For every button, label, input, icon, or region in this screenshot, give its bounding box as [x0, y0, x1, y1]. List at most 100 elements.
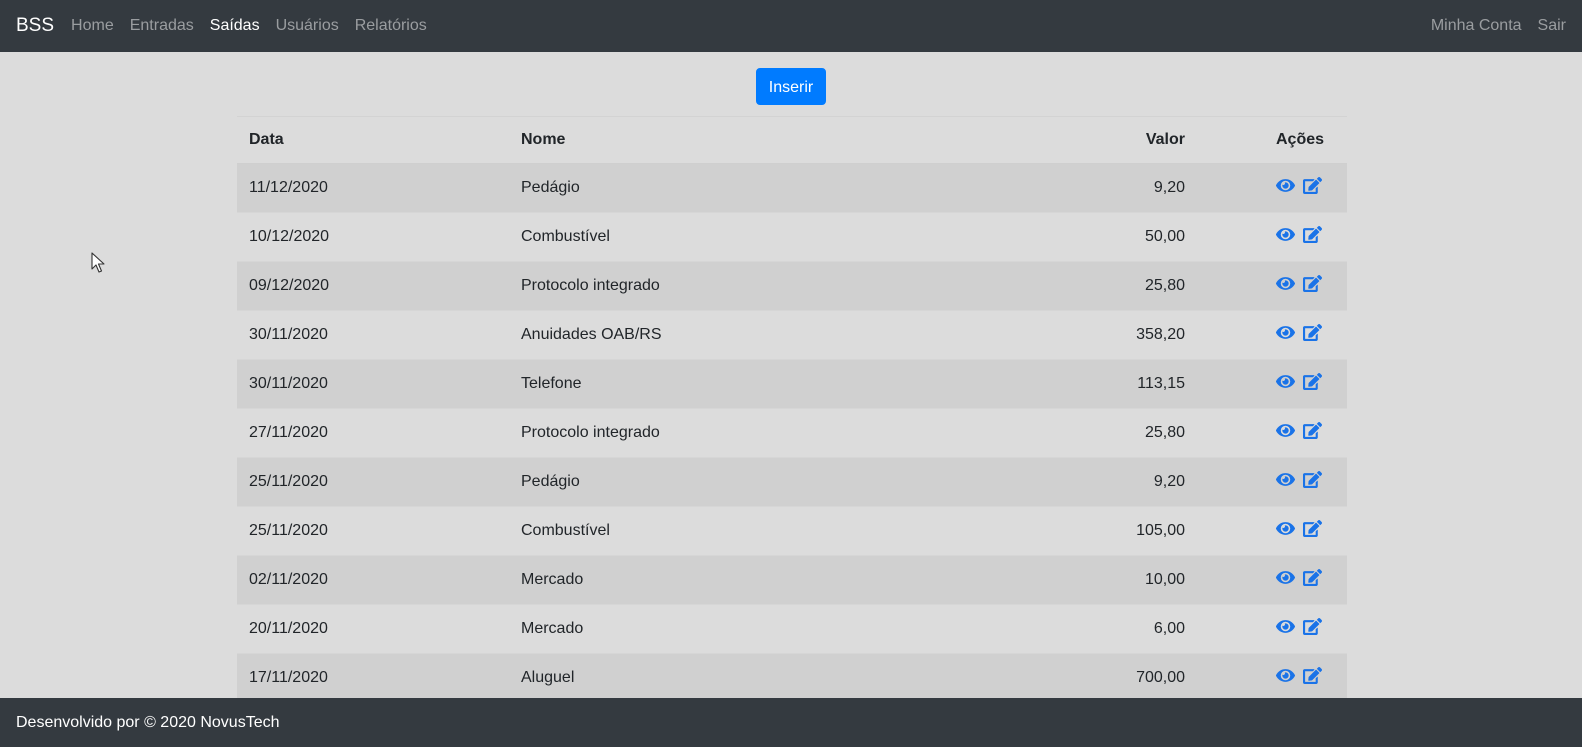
nav-link-sair[interactable]: Sair	[1538, 17, 1566, 35]
cell-valor: 9,20	[1109, 457, 1197, 507]
edit-icon[interactable]	[1303, 666, 1322, 685]
cell-valor: 50,00	[1109, 212, 1197, 262]
row-actions	[1276, 666, 1322, 685]
cell-acoes	[1197, 359, 1347, 409]
edit-icon[interactable]	[1303, 372, 1322, 391]
cell-valor: 700,00	[1109, 653, 1197, 698]
cell-nome: Protocolo integrado	[509, 408, 1109, 458]
saidas-table: Data Nome Valor Ações 11/12/2020 Pedágio 9…	[237, 116, 1347, 698]
nav-right: Minha Conta Sair	[1415, 17, 1566, 35]
cell-valor: 9,20	[1109, 163, 1197, 213]
cell-nome: Protocolo integrado	[509, 261, 1109, 311]
cell-valor: 25,80	[1109, 408, 1197, 458]
row-actions	[1276, 421, 1322, 440]
cell-data: 02/11/2020	[237, 555, 509, 605]
nav-link-entradas[interactable]: Entradas	[130, 17, 194, 35]
edit-icon[interactable]	[1303, 225, 1322, 244]
brand-logo[interactable]: BSS	[16, 15, 54, 37]
cell-data: 17/11/2020	[237, 653, 509, 698]
mouse-cursor-icon	[91, 252, 105, 274]
edit-icon[interactable]	[1303, 470, 1322, 489]
edit-icon[interactable]	[1303, 519, 1322, 538]
row-actions	[1276, 323, 1322, 342]
nav-link-saidas[interactable]: Saídas	[210, 17, 260, 35]
cell-acoes	[1197, 457, 1347, 507]
eye-icon[interactable]	[1276, 666, 1295, 685]
cell-data: 30/11/2020	[237, 310, 509, 360]
row-actions	[1276, 470, 1322, 489]
edit-icon[interactable]	[1303, 617, 1322, 636]
edit-icon[interactable]	[1303, 421, 1322, 440]
table-row: 27/11/2020 Protocolo integrado 25,80	[237, 408, 1347, 458]
cell-acoes	[1197, 163, 1347, 213]
row-actions	[1276, 176, 1322, 195]
insert-container: Inserir	[0, 68, 1582, 105]
nav-link-minha-conta[interactable]: Minha Conta	[1431, 17, 1522, 35]
eye-icon[interactable]	[1276, 372, 1295, 391]
cell-nome: Combustível	[509, 212, 1109, 262]
row-actions	[1276, 372, 1322, 391]
footer: Desenvolvido por © 2020 NovusTech	[0, 698, 1582, 747]
cell-valor: 6,00	[1109, 604, 1197, 654]
table-container: Data Nome Valor Ações 11/12/2020 Pedágio 9…	[237, 116, 1347, 698]
eye-icon[interactable]	[1276, 568, 1295, 587]
eye-icon[interactable]	[1276, 421, 1295, 440]
cell-valor: 358,20	[1109, 310, 1197, 360]
cell-acoes	[1197, 555, 1347, 605]
footer-text: Desenvolvido por © 2020 NovusTech	[16, 713, 280, 731]
edit-icon[interactable]	[1303, 323, 1322, 342]
cell-data: 09/12/2020	[237, 261, 509, 311]
header-valor: Valor	[1109, 116, 1197, 164]
cell-nome: Combustível	[509, 506, 1109, 556]
cell-acoes	[1197, 506, 1347, 556]
cell-nome: Telefone	[509, 359, 1109, 409]
cell-data: 25/11/2020	[237, 506, 509, 556]
row-actions	[1276, 519, 1322, 538]
edit-icon[interactable]	[1303, 274, 1322, 293]
row-actions	[1276, 225, 1322, 244]
eye-icon[interactable]	[1276, 323, 1295, 342]
nav-link-usuarios[interactable]: Usuários	[276, 17, 339, 35]
eye-icon[interactable]	[1276, 274, 1295, 293]
table-row: 30/11/2020 Anuidades OAB/RS 358,20	[237, 310, 1347, 360]
cell-data: 30/11/2020	[237, 359, 509, 409]
header-acoes: Ações	[1197, 116, 1347, 164]
cell-nome: Pedágio	[509, 163, 1109, 213]
cell-data: 20/11/2020	[237, 604, 509, 654]
table-row: 20/11/2020 Mercado 6,00	[237, 604, 1347, 654]
edit-icon[interactable]	[1303, 176, 1322, 195]
nav-links: Home Entradas Saídas Usuários Relatórios	[71, 17, 443, 35]
table-row: 10/12/2020 Combustível 50,00	[237, 212, 1347, 262]
row-actions	[1276, 274, 1322, 293]
eye-icon[interactable]	[1276, 176, 1295, 195]
row-actions	[1276, 568, 1322, 587]
row-actions	[1276, 617, 1322, 636]
table-row: 25/11/2020 Combustível 105,00	[237, 506, 1347, 556]
cell-nome: Mercado	[509, 555, 1109, 605]
header-nome: Nome	[509, 116, 1109, 164]
nav-link-home[interactable]: Home	[71, 17, 114, 35]
edit-icon[interactable]	[1303, 568, 1322, 587]
table-header-row: Data Nome Valor Ações	[237, 116, 1347, 164]
cell-nome: Mercado	[509, 604, 1109, 654]
eye-icon[interactable]	[1276, 225, 1295, 244]
table-row: 25/11/2020 Pedágio 9,20	[237, 457, 1347, 507]
nav-link-relatorios[interactable]: Relatórios	[355, 17, 427, 35]
cell-acoes	[1197, 653, 1347, 698]
eye-icon[interactable]	[1276, 470, 1295, 489]
cell-nome: Aluguel	[509, 653, 1109, 698]
cell-acoes	[1197, 261, 1347, 311]
insert-button[interactable]: Inserir	[755, 68, 827, 105]
cell-acoes	[1197, 408, 1347, 458]
cell-valor: 25,80	[1109, 261, 1197, 311]
table-row: 17/11/2020 Aluguel 700,00	[237, 653, 1347, 698]
table-row: 30/11/2020 Telefone 113,15	[237, 359, 1347, 409]
cell-data: 11/12/2020	[237, 163, 509, 213]
cell-acoes	[1197, 604, 1347, 654]
table-row: 11/12/2020 Pedágio 9,20	[237, 163, 1347, 213]
cell-data: 25/11/2020	[237, 457, 509, 507]
eye-icon[interactable]	[1276, 617, 1295, 636]
eye-icon[interactable]	[1276, 519, 1295, 538]
cell-valor: 10,00	[1109, 555, 1197, 605]
cell-data: 10/12/2020	[237, 212, 509, 262]
